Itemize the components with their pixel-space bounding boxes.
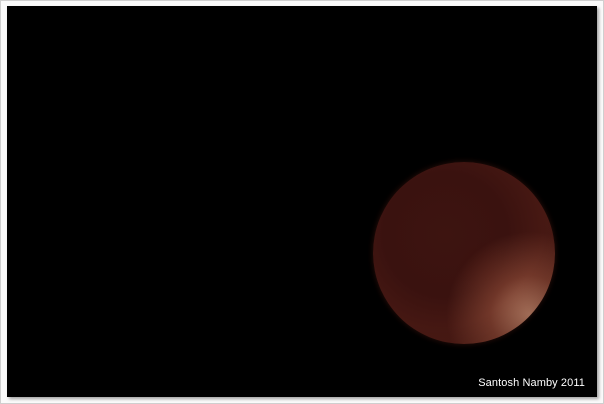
photo-credit-watermark: Santosh Namby 2011 xyxy=(478,377,585,389)
moon-shading xyxy=(373,162,555,344)
photo-frame: Santosh Namby 2011 xyxy=(0,0,604,404)
night-sky-photo: Santosh Namby 2011 xyxy=(7,6,597,397)
